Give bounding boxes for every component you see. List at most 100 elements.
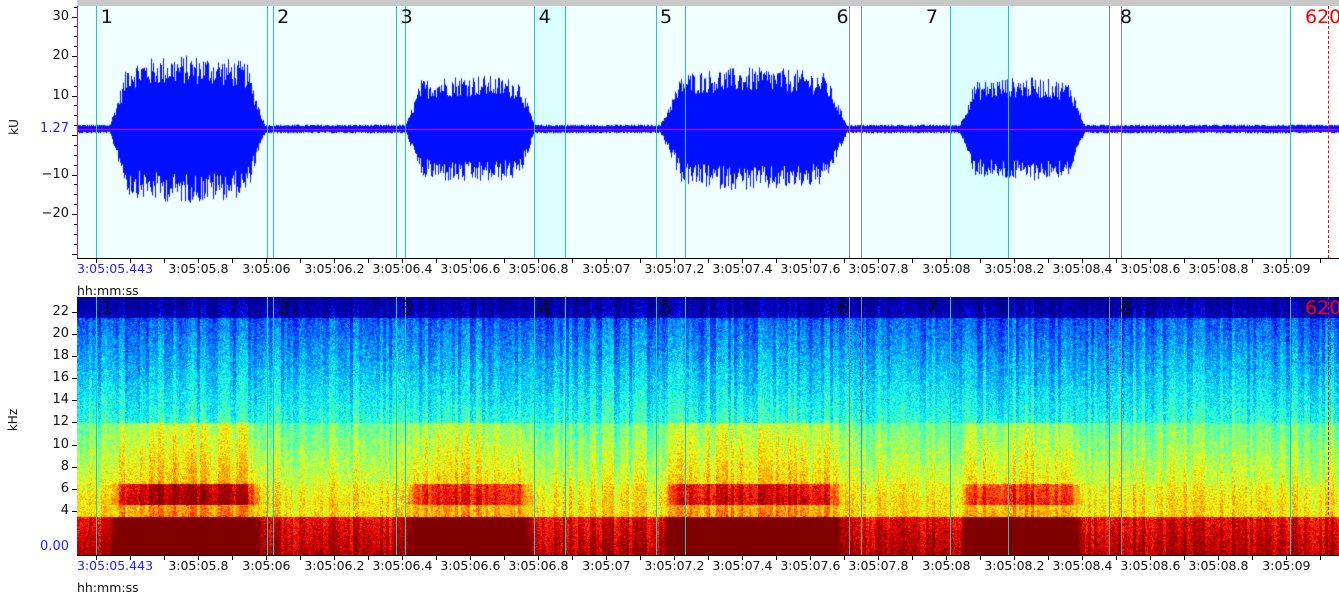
time-tick [1184,555,1186,560]
time-tick [1184,258,1186,263]
waveform-y-tick-label: −10 [41,166,69,182]
time-label: 3:05:05.8 [168,261,229,276]
waveform-time-unit: hh:mm:ss [77,283,139,298]
time-label: 3:05:06.2 [304,261,365,276]
time-tick [1150,258,1152,263]
spectrogram-y-tick-label: 12 [52,414,69,430]
time-tick [572,258,574,263]
boundary-line [534,6,535,258]
time-label: 3:05:05.8 [168,558,229,573]
time-tick [878,258,880,263]
boundary-line [396,297,397,555]
time-label: 3:05:07.4 [712,261,773,276]
time-tick [606,258,608,263]
time-label: 3:05:07.6 [780,558,841,573]
time-tick [232,555,234,560]
boundary-line [950,297,951,555]
time-tick [300,258,302,263]
boundary-line [565,297,566,555]
time-label: 3:05:06.4 [372,558,433,573]
time-tick [164,258,166,263]
time-label: 3:05:06 [242,261,291,276]
time-tick [980,555,982,560]
time-tick [300,555,302,560]
time-tick [946,258,948,263]
spectrogram-y-tick-label: 6 [60,480,69,496]
time-tick [844,555,846,560]
boundary-line [273,297,274,555]
time-tick [708,258,710,263]
time-tick [96,555,98,560]
time-tick [878,555,880,560]
time-tick [776,258,778,263]
spectrogram-y-tick-label: 4 [60,502,69,518]
time-start-label: 3:05:05.443 [77,558,154,573]
spectrogram-y-tick-label: 8 [60,458,69,474]
time-tick [572,555,574,560]
time-tick [1286,555,1288,560]
boundary-number: 7 [925,6,938,28]
time-tick [776,555,778,560]
time-label: 3:05:06.2 [304,558,365,573]
boundary-line [656,6,657,258]
time-tick [1116,555,1118,560]
time-tick [436,555,438,560]
waveform-y-tick-label: 30 [52,8,69,24]
time-label: 3:05:07.4 [712,558,773,573]
time-tick [1116,258,1118,263]
time-tick [1014,555,1016,560]
time-tick [538,555,540,560]
boundary-line [405,297,406,555]
time-label: 3:05:08.8 [1188,261,1249,276]
time-label: 3:05:08.2 [984,261,1045,276]
time-tick [1320,555,1322,560]
time-tick [742,555,744,560]
boundary-line [849,6,850,258]
time-tick [232,258,234,263]
boundary-line [1109,6,1110,258]
time-tick [1286,258,1288,263]
time-label: 3:05:07 [582,261,631,276]
spectrogram-y-tick-label: 14 [52,392,69,408]
waveform-y-tick-label: 20 [52,48,69,63]
time-label: 3:05:07.8 [848,558,909,573]
spectrogram-y-tick-label: 16 [52,370,69,386]
time-tick [674,258,676,263]
time-label: 3:05:07.8 [848,261,909,276]
time-label: 3:05:07 [582,558,631,573]
boundary-line [861,6,862,258]
time-tick [674,555,676,560]
time-tick [266,258,268,263]
boundary-line [1290,297,1291,555]
boundary-line [565,6,566,258]
time-label: 3:05:08 [922,558,971,573]
time-tick [470,555,472,560]
boundary-number: 3 [400,297,413,319]
boundary-line [1121,297,1122,555]
spectrogram-time-unit: hh:mm:ss [77,580,139,595]
time-tick [402,258,404,263]
boundary-number: 8 [1120,6,1133,28]
waveform-y-tick-label: 10 [52,87,69,103]
time-label: 3:05:07.6 [780,261,841,276]
boundary-line [1008,297,1009,555]
time-tick [368,555,370,560]
time-tick [946,555,948,560]
time-tick [1218,258,1220,263]
time-tick [198,555,200,560]
boundary-line [273,6,274,258]
time-tick [708,555,710,560]
time-label: 3:05:07.2 [644,261,705,276]
boundary-number: 5 [660,6,673,28]
cursor-label: 620 [1305,6,1339,28]
time-label: 3:05:06 [242,558,291,573]
time-tick [912,258,914,263]
boundary-number: 4 [538,297,551,319]
cursor-label: 620 [1305,297,1339,319]
time-label: 3:05:08.2 [984,558,1045,573]
time-tick [640,555,642,560]
boundary-line [861,297,862,555]
time-start-label: 3:05:05.443 [77,261,154,276]
time-tick [606,555,608,560]
time-label: 3:05:06.8 [508,261,569,276]
